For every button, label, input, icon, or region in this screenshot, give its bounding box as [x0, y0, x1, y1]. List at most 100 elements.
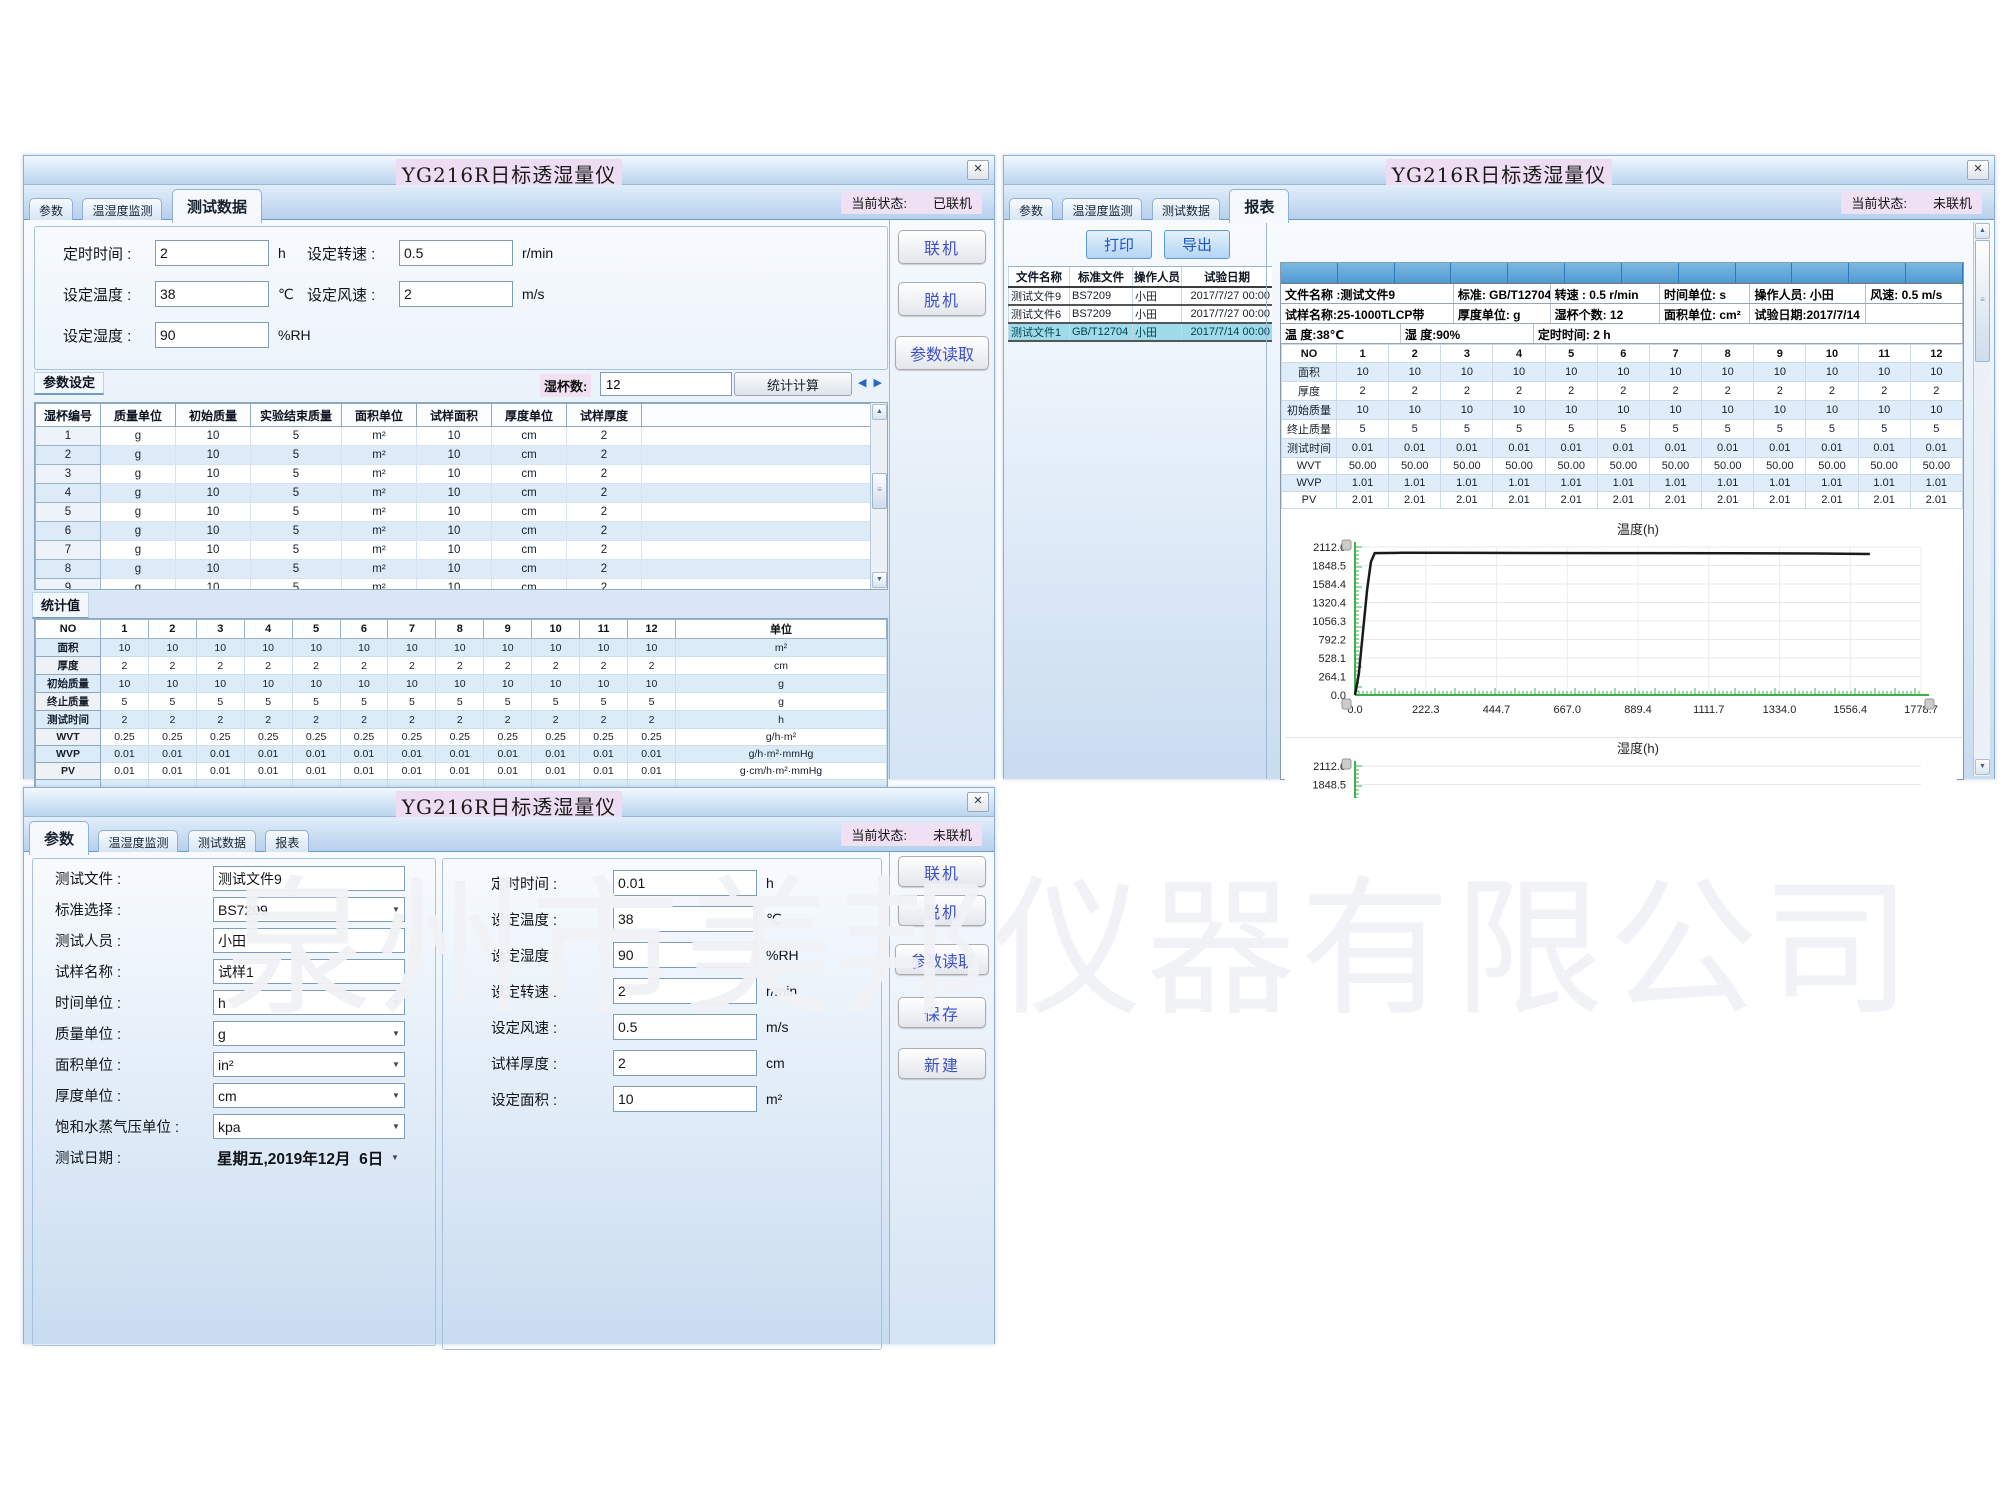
- chevron-down-icon[interactable]: ▼: [388, 1122, 404, 1131]
- disconnect-button[interactable]: 脱机: [898, 895, 986, 926]
- titlebar[interactable]: YG216R日标透湿量仪 ✕: [24, 156, 994, 185]
- table-cell: 5: [1441, 420, 1493, 439]
- set-humidity-field[interactable]: [613, 942, 757, 968]
- chevron-down-icon[interactable]: ▼: [387, 1153, 403, 1162]
- form-field-row: 测试日期 :▼: [33, 1146, 435, 1169]
- area-unit-select-input[interactable]: [214, 1055, 388, 1075]
- test-date-picker-input[interactable]: [213, 1148, 387, 1168]
- chevron-down-icon[interactable]: ▼: [388, 998, 404, 1007]
- save-button[interactable]: 保存: [898, 997, 986, 1028]
- table-row[interactable]: 测试文件1GB/T12704小田2017/7/14 00:00: [1009, 323, 1273, 341]
- area-unit-select[interactable]: ▼: [213, 1052, 405, 1077]
- set-area-field[interactable]: [613, 1086, 757, 1112]
- set-temperature-field[interactable]: [155, 281, 269, 307]
- table-cell: 5: [36, 503, 101, 522]
- set-wind-field-input[interactable]: [614, 1017, 756, 1037]
- standard-select[interactable]: ▼: [213, 897, 405, 922]
- tab-params[interactable]: 参数: [29, 821, 89, 855]
- set-speed-field[interactable]: [399, 240, 513, 266]
- set-humidity-field-input[interactable]: [614, 945, 756, 965]
- close-icon[interactable]: ✕: [967, 160, 989, 180]
- svg-text:2112.6: 2112.6: [1313, 542, 1346, 554]
- operator-field-input[interactable]: [214, 931, 404, 951]
- scroll-up-icon[interactable]: ▲: [1975, 223, 1990, 239]
- sample-thickness-field[interactable]: [613, 1050, 757, 1076]
- operator-field[interactable]: [213, 928, 405, 953]
- vapor-pressure-unit-select[interactable]: ▼: [213, 1114, 405, 1139]
- scroll-up-icon[interactable]: ▲: [872, 404, 887, 420]
- test-file-field-input[interactable]: [214, 869, 404, 889]
- set-humidity-field[interactable]: [155, 322, 269, 348]
- read-params-button[interactable]: 参数读取: [895, 944, 989, 975]
- time-unit-select-input[interactable]: [214, 993, 388, 1013]
- pager-arrows[interactable]: ◀ ▶: [858, 376, 884, 389]
- table-row[interactable]: 测试文件9BS7209小田2017/7/27 00:00: [1009, 287, 1273, 305]
- chevron-down-icon[interactable]: ▼: [388, 1091, 404, 1100]
- export-button[interactable]: 导出: [1164, 230, 1230, 259]
- read-params-button[interactable]: 参数读取: [895, 336, 989, 370]
- set-temperature-field-input[interactable]: [156, 284, 268, 304]
- set-speed-field[interactable]: [613, 978, 757, 1004]
- connect-button[interactable]: 联机: [898, 856, 986, 887]
- chevron-down-icon[interactable]: ▼: [388, 1029, 404, 1038]
- close-icon[interactable]: ✕: [967, 792, 989, 812]
- time-unit-select[interactable]: ▼: [213, 990, 405, 1015]
- set-speed-field-input[interactable]: [400, 243, 512, 263]
- mass-unit-select-input[interactable]: [214, 1024, 388, 1044]
- disconnect-button[interactable]: 脱机: [898, 282, 986, 316]
- table-cell: 10: [1389, 401, 1441, 420]
- scroll-thumb[interactable]: ≡: [872, 473, 887, 509]
- set-wind-field[interactable]: [399, 281, 513, 307]
- tab-report[interactable]: 报表: [1229, 189, 1289, 223]
- test-date-picker[interactable]: ▼: [213, 1146, 403, 1169]
- timer-time-field-input[interactable]: [156, 243, 268, 263]
- timer-time-field-input[interactable]: [614, 873, 756, 893]
- vapor-pressure-unit-select-input[interactable]: [214, 1117, 388, 1137]
- report-scrollbar[interactable]: ▲ ≡ ▼: [1973, 222, 1990, 776]
- table-cell: 10: [627, 675, 675, 693]
- set-wind-field-input[interactable]: [400, 284, 512, 304]
- set-temperature-field[interactable]: [613, 906, 757, 932]
- scroll-down-icon[interactable]: ▼: [1975, 759, 1990, 775]
- field-label: 时间单位 :: [33, 992, 213, 1013]
- table-cell: 2: [388, 657, 436, 675]
- table-row: 初始质量101010101010101010101010: [1282, 401, 1963, 420]
- table-cell: 0.01: [148, 746, 196, 763]
- set-wind-field[interactable]: [613, 1014, 757, 1040]
- header-row: 湿杯编号质量单位初始质量实验结束质量面积单位试样面积厚度单位试样厚度: [36, 404, 871, 427]
- timer-time-field[interactable]: [155, 240, 269, 266]
- table-row[interactable]: 测试文件6BS7209小田2017/7/27 00:00: [1009, 305, 1273, 323]
- set-area-field-input[interactable]: [614, 1089, 756, 1109]
- sample-name-field[interactable]: [213, 959, 405, 984]
- thickness-unit-select-input[interactable]: [214, 1086, 388, 1106]
- set-temperature-field-input[interactable]: [614, 909, 756, 929]
- sample-name-field-input[interactable]: [214, 962, 404, 982]
- chevron-down-icon[interactable]: ▼: [388, 905, 404, 914]
- set-humidity-field-input[interactable]: [156, 325, 268, 345]
- page-prev-icon[interactable]: ◀: [858, 377, 868, 389]
- sample-thickness-field-input[interactable]: [614, 1053, 756, 1073]
- param-table-scrollbar[interactable]: ▲ ≡ ▼: [870, 403, 887, 589]
- scroll-down-icon[interactable]: ▼: [872, 572, 887, 588]
- stat-calc-button[interactable]: 统计计算: [734, 372, 852, 396]
- titlebar[interactable]: YG216R日标透湿量仪 ✕: [1004, 156, 1994, 185]
- print-button[interactable]: 打印: [1086, 230, 1152, 259]
- mass-unit-select[interactable]: ▼: [213, 1021, 405, 1046]
- thickness-unit-select[interactable]: ▼: [213, 1083, 405, 1108]
- standard-select-input[interactable]: [214, 900, 388, 920]
- test-file-field[interactable]: [213, 866, 405, 891]
- table-cell: 0.25: [148, 729, 196, 746]
- svg-text:1848.5: 1848.5: [1312, 780, 1346, 792]
- close-icon[interactable]: ✕: [1967, 160, 1989, 180]
- table-cell: m²: [342, 446, 417, 465]
- connect-button[interactable]: 联机: [898, 230, 986, 264]
- scroll-thumb[interactable]: ≡: [1975, 240, 1990, 362]
- chevron-down-icon[interactable]: ▼: [388, 1060, 404, 1069]
- set-speed-field-input[interactable]: [614, 981, 756, 1001]
- timer-time-field[interactable]: [613, 870, 757, 896]
- cup-count-input[interactable]: [600, 372, 732, 396]
- tab-test-data[interactable]: 测试数据: [172, 189, 262, 223]
- titlebar[interactable]: YG216R日标透湿量仪 ✕: [24, 788, 994, 817]
- page-next-icon[interactable]: ▶: [874, 377, 884, 389]
- new-button[interactable]: 新建: [898, 1048, 986, 1079]
